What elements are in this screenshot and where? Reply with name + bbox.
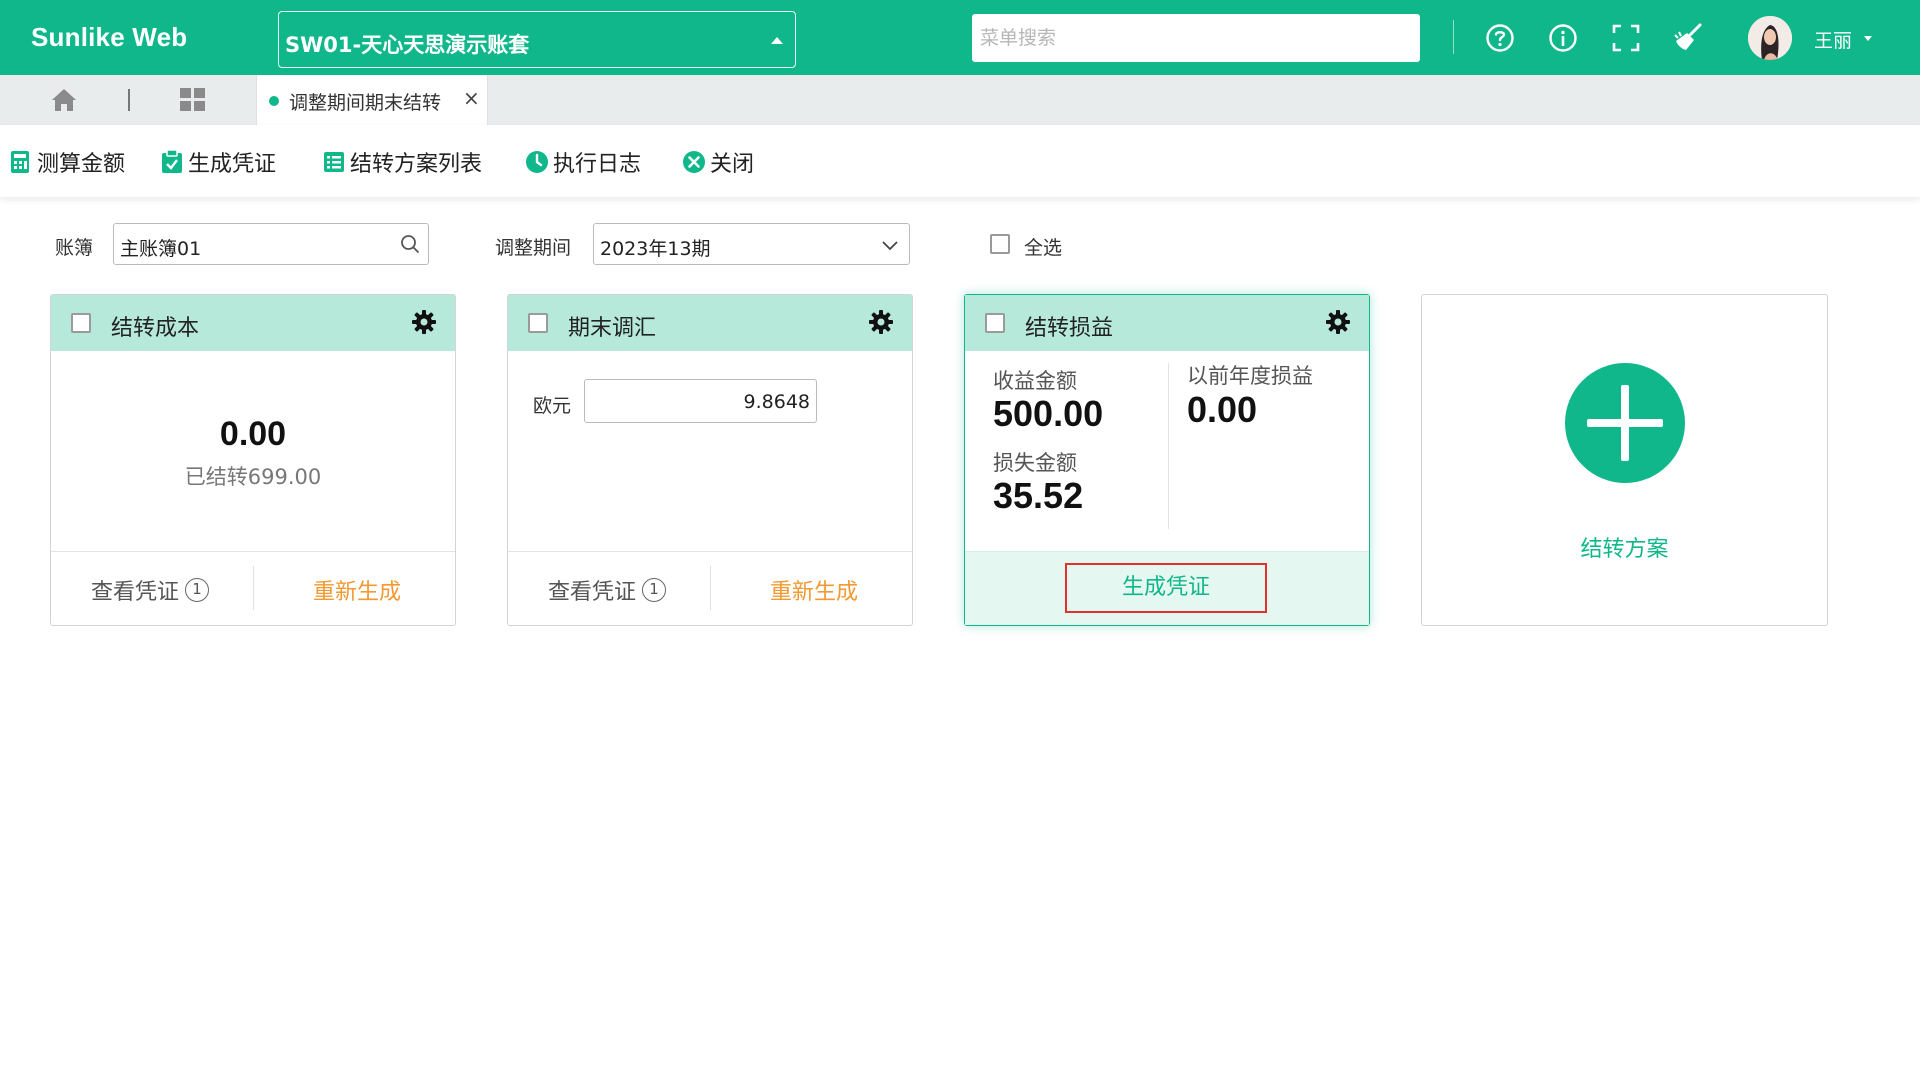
- caret-up-icon: [771, 37, 783, 44]
- card-checkbox[interactable]: [71, 313, 91, 333]
- tab-period-end-transfer[interactable]: 调整期间期末结转 ×: [256, 75, 488, 125]
- fx-rate-value: 9.8648: [743, 391, 810, 413]
- user-avatar[interactable]: [1748, 16, 1792, 60]
- generate-voucher-button[interactable]: 生成凭证: [1065, 563, 1267, 613]
- select-all-checkbox[interactable]: [990, 234, 1010, 254]
- close-label: 关闭: [710, 152, 755, 177]
- card-footer: 查看凭证 1 重新生成: [508, 551, 912, 625]
- gear-icon[interactable]: [1325, 309, 1351, 335]
- scheme-list-label: 结转方案列表: [350, 152, 483, 177]
- period-value: 2023年13期: [600, 238, 711, 260]
- user-menu-caret-icon[interactable]: [1864, 36, 1872, 41]
- exec-log-button[interactable]: 执行日志: [525, 147, 641, 177]
- tab-label: 调整期间期末结转: [289, 92, 442, 114]
- income-label: 收益金额: [993, 369, 1077, 393]
- help-icon[interactable]: [1483, 21, 1517, 55]
- close-button[interactable]: 关闭: [682, 147, 754, 177]
- card-period-end-fx: 期末调汇 欧元 9.8648 查看凭证 1 重新生成: [507, 294, 913, 626]
- ledger-value: 主账簿01: [120, 238, 202, 260]
- voucher-count-badge: 1: [185, 578, 210, 602]
- card-title: 结转损益: [1025, 316, 1114, 341]
- view-voucher-button[interactable]: 查看凭证 1: [91, 574, 210, 606]
- footer-divider: [710, 566, 711, 610]
- user-name[interactable]: 王丽: [1814, 26, 1852, 53]
- cost-amount: 0.00: [219, 415, 287, 453]
- brand-logo: Sunlike Web: [31, 22, 188, 52]
- clean-broom-icon[interactable]: [1672, 21, 1706, 55]
- view-voucher-label: 查看凭证: [91, 580, 180, 605]
- scheme-list-button[interactable]: 结转方案列表: [322, 147, 482, 177]
- period-select[interactable]: 2023年13期: [593, 223, 910, 265]
- card-title: 结转成本: [111, 316, 200, 341]
- currency-label: 欧元: [533, 395, 572, 417]
- tab-bar: 调整期间期末结转 ×: [0, 75, 1920, 125]
- info-icon[interactable]: [1546, 21, 1580, 55]
- income-value: 500.00: [993, 393, 1104, 434]
- card-checkbox[interactable]: [528, 313, 548, 333]
- exec-log-label: 执行日志: [553, 152, 642, 177]
- calc-amount-label: 测算金额: [37, 152, 126, 177]
- period-label: 调整期间: [495, 237, 572, 259]
- active-dot-icon: [269, 96, 279, 106]
- top-divider: [1453, 20, 1454, 54]
- generate-voucher-label: 生成凭证: [188, 152, 277, 177]
- card-checkbox[interactable]: [985, 313, 1005, 333]
- home-icon[interactable]: [50, 87, 78, 113]
- select-all-label: 全选: [1024, 237, 1063, 259]
- apps-grid-icon[interactable]: [179, 87, 207, 113]
- loss-value: 35.52: [993, 475, 1084, 516]
- clipboard-check-icon: [160, 150, 184, 174]
- toolbar: 测算金额 生成凭证 结转方案列表 执行日志 关闭: [0, 125, 1920, 197]
- value-divider: [1168, 363, 1169, 529]
- card-footer: 查看凭证 1 重新生成: [51, 551, 455, 625]
- generate-voucher-toolbar-button[interactable]: 生成凭证: [160, 147, 276, 177]
- calculator-icon: [9, 150, 33, 174]
- ledger-label: 账簿: [55, 237, 94, 259]
- add-scheme-card[interactable]: 结转方案: [1421, 294, 1828, 626]
- view-voucher-label: 查看凭证: [548, 580, 637, 605]
- tab-close-icon[interactable]: ×: [463, 86, 480, 110]
- account-set-select[interactable]: SW01-天心天思演示账套: [278, 11, 796, 68]
- add-scheme-label: 结转方案: [1580, 537, 1669, 562]
- prior-year-label: 以前年度损益: [1187, 364, 1313, 388]
- cost-transferred: 已结转699.00: [184, 465, 322, 489]
- fx-rate-input[interactable]: 9.8648: [584, 379, 817, 423]
- card-header: 期末调汇: [508, 295, 912, 351]
- footer-divider: [253, 566, 254, 610]
- card-title: 期末调汇: [568, 316, 657, 341]
- ledger-input[interactable]: 主账簿01: [113, 223, 429, 265]
- card-cost-transfer: 结转成本 0.00 已结转699.00 查看凭证 1 重新生成: [50, 294, 456, 626]
- plus-icon[interactable]: [1565, 363, 1685, 483]
- card-header: 结转成本: [51, 295, 455, 351]
- card-header: 结转损益: [965, 295, 1369, 351]
- fullscreen-icon[interactable]: [1609, 21, 1643, 55]
- tab-separator: [128, 89, 130, 111]
- prior-year-value: 0.00: [1187, 389, 1258, 430]
- account-set-value: SW01-天心天思演示账套: [285, 33, 530, 57]
- top-bar: Sunlike Web SW01-天心天思演示账套 王丽: [0, 0, 1920, 75]
- view-voucher-button[interactable]: 查看凭证 1: [548, 574, 667, 606]
- chevron-down-icon: [881, 237, 899, 256]
- search-icon[interactable]: [400, 234, 420, 258]
- calc-amount-button[interactable]: 测算金额: [9, 147, 125, 177]
- card-profit-loss-transfer: 结转损益 收益金额 500.00 损失金额 35.52 以前年度损益 0.00 …: [964, 294, 1370, 626]
- clock-icon: [525, 150, 549, 174]
- menu-search-input[interactable]: [972, 14, 1420, 62]
- regenerate-button[interactable]: 重新生成: [770, 574, 858, 606]
- regenerate-button[interactable]: 重新生成: [313, 574, 401, 606]
- loss-label: 损失金额: [993, 451, 1077, 475]
- gear-icon[interactable]: [411, 309, 437, 335]
- list-icon: [322, 150, 346, 174]
- voucher-count-badge: 1: [642, 578, 667, 602]
- gear-icon[interactable]: [868, 309, 894, 335]
- close-circle-icon: [682, 150, 706, 174]
